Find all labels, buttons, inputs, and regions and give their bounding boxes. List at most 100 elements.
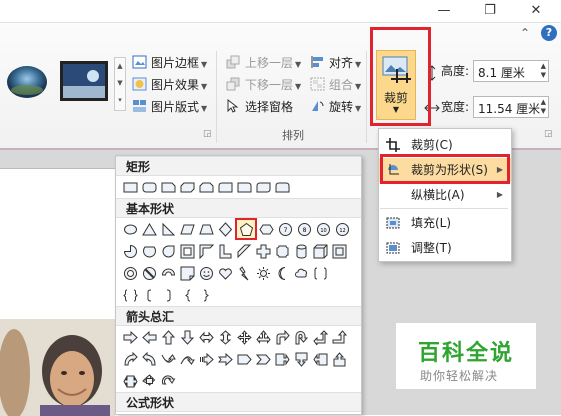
diagonal-stripe-shape[interactable] <box>235 242 254 261</box>
smiley-face-shape[interactable] <box>197 264 216 283</box>
bent-arrow-shape[interactable] <box>273 328 292 347</box>
snip-corner-rectangle-shape[interactable] <box>159 178 178 197</box>
moon-shape[interactable] <box>273 264 292 283</box>
selection-pane-button[interactable]: 选择窗格 <box>226 97 293 117</box>
rotate-button[interactable]: 旋转 ▼ <box>310 97 361 117</box>
chord-shape[interactable] <box>140 242 159 261</box>
folded-corner-shape[interactable] <box>178 264 197 283</box>
hexagon-shape[interactable] <box>257 220 276 239</box>
close-button[interactable]: ✕ <box>513 0 559 22</box>
cube-shape[interactable] <box>311 242 330 261</box>
cross-shape[interactable] <box>254 242 273 261</box>
quad-arrow-callout-shape[interactable] <box>140 372 159 391</box>
snip-same-side-rectangle-shape[interactable] <box>197 178 216 197</box>
height-field[interactable]: 8.1 厘米 ▲ ▼ <box>473 60 549 82</box>
no-symbol-shape[interactable] <box>140 264 159 283</box>
menu-item-fit[interactable]: 调整(T) <box>379 236 511 260</box>
heart-shape[interactable] <box>216 264 235 283</box>
left-brace-shape[interactable] <box>178 286 197 305</box>
round-corner-rectangle-shape[interactable] <box>235 178 254 197</box>
menu-item-fill[interactable]: 填充(L) <box>379 211 511 235</box>
spin-up-icon[interactable]: ▲ <box>541 62 546 70</box>
collapse-ribbon-icon[interactable]: ⌃ <box>520 26 530 40</box>
triangle-shape[interactable] <box>140 220 159 239</box>
photo-image[interactable] <box>0 319 115 416</box>
help-icon[interactable]: ? <box>541 25 557 41</box>
round-snip-rectangle-shape[interactable] <box>216 178 235 197</box>
size-launcher-icon[interactable]: ◲ <box>544 129 553 139</box>
picture-effects-button[interactable]: 图片效果 ▼ <box>132 75 207 95</box>
round-diagonal-rectangle-shape[interactable] <box>254 178 273 197</box>
picture-layout-button[interactable]: 图片版式 ▼ <box>132 97 207 117</box>
quad-arrow-shape[interactable] <box>235 328 254 347</box>
donut-shape[interactable] <box>121 264 140 283</box>
width-field[interactable]: 11.54 厘米 ▲ ▼ <box>473 96 549 118</box>
left-right-arrow-callout-shape[interactable] <box>121 372 140 391</box>
rectangle-shape[interactable] <box>121 178 140 197</box>
l-shape[interactable] <box>216 242 235 261</box>
heptagon-shape[interactable]: 7 <box>276 220 295 239</box>
frame-shape[interactable] <box>178 242 197 261</box>
menu-item-aspect-ratio[interactable]: 纵横比(A) ▶ <box>379 183 511 207</box>
chevron-shape[interactable] <box>254 350 273 369</box>
down-arrow-shape[interactable] <box>178 328 197 347</box>
snip-diagonal-rectangle-shape[interactable] <box>178 178 197 197</box>
slide-canvas[interactable] <box>0 168 115 416</box>
pentagon-arrow-shape[interactable] <box>235 350 254 369</box>
double-brace-shape[interactable] <box>121 286 140 305</box>
left-right-arrow-shape[interactable] <box>197 328 216 347</box>
left-bracket-shape[interactable] <box>140 286 159 305</box>
u-turn-arrow-shape[interactable] <box>292 328 311 347</box>
right-bracket-shape[interactable] <box>159 286 178 305</box>
bevel-shape[interactable] <box>330 242 349 261</box>
double-bracket-shape[interactable] <box>311 264 330 283</box>
circular-arrow-shape[interactable] <box>159 372 178 391</box>
curved-left-arrow-shape[interactable] <box>140 350 159 369</box>
left-up-arrow-shape[interactable] <box>311 328 330 347</box>
cloud-shape[interactable] <box>292 264 311 283</box>
picture-border-button[interactable]: 图片边框 ▼ <box>132 53 207 73</box>
trapezoid-shape[interactable] <box>197 220 216 239</box>
left-arrow-callout-shape[interactable] <box>311 350 330 369</box>
lightning-bolt-shape[interactable] <box>235 264 254 283</box>
group-button[interactable]: 组合 ▼ <box>310 75 361 95</box>
plaque-shape[interactable] <box>273 242 292 261</box>
block-arc-shape[interactable] <box>159 264 178 283</box>
parallelogram-shape[interactable] <box>178 220 197 239</box>
pentagon-shape[interactable] <box>235 218 257 240</box>
right-arrow-callout-shape[interactable] <box>273 350 292 369</box>
half-frame-shape[interactable] <box>197 242 216 261</box>
curved-up-arrow-shape[interactable] <box>159 350 178 369</box>
left-arrow-shape[interactable] <box>140 328 159 347</box>
bring-forward-button[interactable]: 上移一层 ▼ <box>226 53 301 73</box>
right-arrow-shape[interactable] <box>121 328 140 347</box>
sun-shape[interactable] <box>254 264 273 283</box>
restore-button[interactable]: ❐ <box>467 0 513 22</box>
bent-up-arrow-shape[interactable] <box>330 328 349 347</box>
can-shape[interactable] <box>292 242 311 261</box>
diamond-shape[interactable] <box>216 220 235 239</box>
picture-style-frame[interactable] <box>60 61 108 101</box>
dodecagon-shape[interactable]: 12 <box>333 220 352 239</box>
minimize-button[interactable]: — <box>421 0 467 22</box>
rounded-rectangle-shape[interactable] <box>140 178 159 197</box>
up-arrow-shape[interactable] <box>159 328 178 347</box>
right-brace-shape[interactable] <box>197 286 216 305</box>
octagon-shape[interactable]: 8 <box>295 220 314 239</box>
oval-shape[interactable] <box>121 220 140 239</box>
curved-down-arrow-shape[interactable] <box>178 350 197 369</box>
align-button[interactable]: 对齐 ▼ <box>310 53 361 73</box>
picture-styles-launcher-icon[interactable]: ◲ <box>203 129 212 139</box>
striped-right-arrow-shape[interactable] <box>197 350 216 369</box>
left-right-up-arrow-shape[interactable] <box>254 328 273 347</box>
spin-up-icon[interactable]: ▲ <box>541 98 546 106</box>
notched-right-arrow-shape[interactable] <box>216 350 235 369</box>
up-arrow-callout-shape[interactable] <box>330 350 349 369</box>
send-backward-button[interactable]: 下移一层 ▼ <box>226 75 301 95</box>
curved-right-arrow-shape[interactable] <box>121 350 140 369</box>
up-down-arrow-shape[interactable] <box>216 328 235 347</box>
decagon-shape[interactable]: 10 <box>314 220 333 239</box>
gallery-scroll[interactable]: ▲ ▼ ▾ <box>114 57 126 111</box>
spin-down-icon[interactable]: ▼ <box>541 71 546 79</box>
right-triangle-shape[interactable] <box>159 220 178 239</box>
